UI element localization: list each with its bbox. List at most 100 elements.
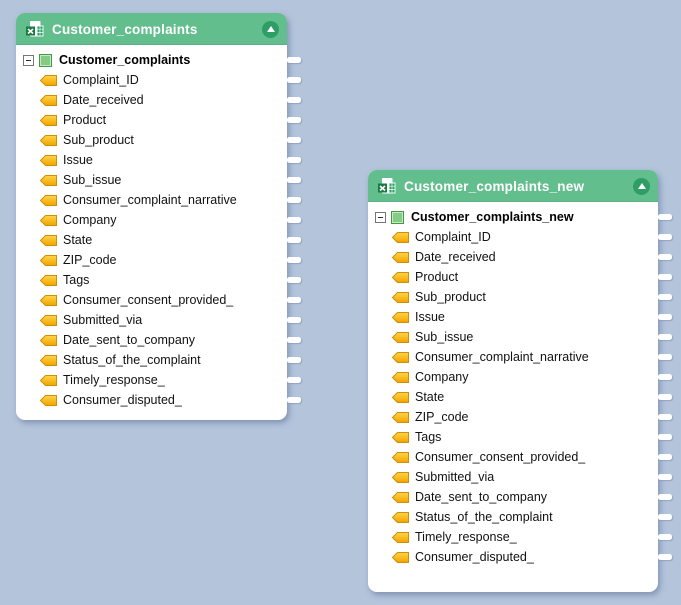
- connection-port[interactable]: [287, 217, 301, 223]
- field-row[interactable]: Company: [368, 367, 658, 387]
- connection-port[interactable]: [287, 177, 301, 183]
- field-icon: [40, 115, 57, 126]
- connection-port[interactable]: [658, 414, 672, 420]
- excel-file-icon: [25, 20, 44, 39]
- field-row[interactable]: Sub_issue: [16, 170, 287, 190]
- field-icon: [40, 75, 57, 86]
- field-row[interactable]: Submitted_via: [368, 467, 658, 487]
- field-row[interactable]: ZIP_code: [16, 250, 287, 270]
- connection-port[interactable]: [658, 314, 672, 320]
- table-node-customer-complaints[interactable]: Customer_complaints Customer_complaints …: [16, 13, 287, 420]
- connection-port[interactable]: [658, 434, 672, 440]
- field-row[interactable]: Complaint_ID: [16, 70, 287, 90]
- field-icon: [40, 335, 57, 346]
- field-row[interactable]: Sub_product: [16, 130, 287, 150]
- field-row[interactable]: State: [16, 230, 287, 250]
- connection-port[interactable]: [287, 297, 301, 303]
- connection-port[interactable]: [287, 337, 301, 343]
- field-row[interactable]: Consumer_consent_provided_: [368, 447, 658, 467]
- field-row[interactable]: Consumer_disputed_: [368, 547, 658, 567]
- tree-root-row[interactable]: Customer_complaints_new: [368, 207, 658, 227]
- field-row[interactable]: Issue: [16, 150, 287, 170]
- connection-port[interactable]: [658, 334, 672, 340]
- field-row[interactable]: Submitted_via: [16, 310, 287, 330]
- connection-port[interactable]: [287, 237, 301, 243]
- field-row[interactable]: Product: [16, 110, 287, 130]
- field-icon: [392, 232, 409, 243]
- connection-port[interactable]: [658, 454, 672, 460]
- field-row[interactable]: Status_of_the_complaint: [368, 507, 658, 527]
- field-row[interactable]: ZIP_code: [368, 407, 658, 427]
- node-header[interactable]: Customer_complaints: [16, 13, 287, 45]
- connection-port[interactable]: [287, 377, 301, 383]
- field-label: Status_of_the_complaint: [63, 353, 201, 367]
- field-label: Issue: [63, 153, 93, 167]
- field-row[interactable]: Date_received: [368, 247, 658, 267]
- field-row[interactable]: Timely_response_: [16, 370, 287, 390]
- collapse-arrow-icon: [267, 26, 275, 32]
- field-row[interactable]: Consumer_complaint_narrative: [16, 190, 287, 210]
- field-row[interactable]: Consumer_disputed_: [16, 390, 287, 410]
- field-label: Date_sent_to_company: [415, 490, 547, 504]
- connection-port[interactable]: [658, 214, 672, 220]
- field-row[interactable]: Status_of_the_complaint: [16, 350, 287, 370]
- node-header[interactable]: Customer_complaints_new: [368, 170, 658, 202]
- connection-port[interactable]: [287, 97, 301, 103]
- collapse-button[interactable]: [262, 21, 279, 38]
- collapse-button[interactable]: [633, 178, 650, 195]
- connection-port[interactable]: [658, 274, 672, 280]
- connection-port[interactable]: [658, 554, 672, 560]
- root-label: Customer_complaints: [59, 53, 190, 67]
- connection-port[interactable]: [287, 117, 301, 123]
- connection-port[interactable]: [658, 474, 672, 480]
- field-row[interactable]: Consumer_consent_provided_: [16, 290, 287, 310]
- field-row[interactable]: Tags: [368, 427, 658, 447]
- connection-port[interactable]: [287, 77, 301, 83]
- field-row[interactable]: Date_sent_to_company: [368, 487, 658, 507]
- connection-port[interactable]: [658, 374, 672, 380]
- connection-port[interactable]: [287, 157, 301, 163]
- field-row[interactable]: Sub_issue: [368, 327, 658, 347]
- tree-collapse-toggle-icon[interactable]: [23, 55, 34, 66]
- connection-port[interactable]: [658, 254, 672, 260]
- connection-port[interactable]: [287, 357, 301, 363]
- field-row[interactable]: Complaint_ID: [368, 227, 658, 247]
- connection-port[interactable]: [658, 234, 672, 240]
- connection-port[interactable]: [287, 317, 301, 323]
- field-icon: [392, 452, 409, 463]
- connection-port[interactable]: [658, 534, 672, 540]
- field-row[interactable]: Issue: [368, 307, 658, 327]
- field-row[interactable]: Date_received: [16, 90, 287, 110]
- field-row[interactable]: Tags: [16, 270, 287, 290]
- field-row[interactable]: Consumer_complaint_narrative: [368, 347, 658, 367]
- table-select-box[interactable]: [391, 211, 404, 224]
- connection-port[interactable]: [658, 514, 672, 520]
- field-label: Consumer_consent_provided_: [415, 450, 585, 464]
- connection-port[interactable]: [287, 257, 301, 263]
- field-icon: [40, 295, 57, 306]
- field-row[interactable]: Company: [16, 210, 287, 230]
- table-select-box[interactable]: [39, 54, 52, 67]
- field-row[interactable]: Timely_response_: [368, 527, 658, 547]
- connection-port[interactable]: [658, 354, 672, 360]
- field-row[interactable]: Product: [368, 267, 658, 287]
- field-label: State: [63, 233, 92, 247]
- connection-port[interactable]: [287, 137, 301, 143]
- field-icon: [40, 275, 57, 286]
- connection-port[interactable]: [658, 394, 672, 400]
- field-icon: [392, 272, 409, 283]
- field-icon: [392, 412, 409, 423]
- tree-collapse-toggle-icon[interactable]: [375, 212, 386, 223]
- connection-port[interactable]: [287, 277, 301, 283]
- connection-port[interactable]: [658, 494, 672, 500]
- tree-root-row[interactable]: Customer_complaints: [16, 50, 287, 70]
- field-row[interactable]: Sub_product: [368, 287, 658, 307]
- connection-port[interactable]: [658, 294, 672, 300]
- field-row[interactable]: State: [368, 387, 658, 407]
- connection-port[interactable]: [287, 197, 301, 203]
- connection-port[interactable]: [287, 397, 301, 403]
- connection-port[interactable]: [287, 57, 301, 63]
- field-label: Timely_response_: [63, 373, 165, 387]
- table-node-customer-complaints-new[interactable]: Customer_complaints_new Customer_complai…: [368, 170, 658, 592]
- field-row[interactable]: Date_sent_to_company: [16, 330, 287, 350]
